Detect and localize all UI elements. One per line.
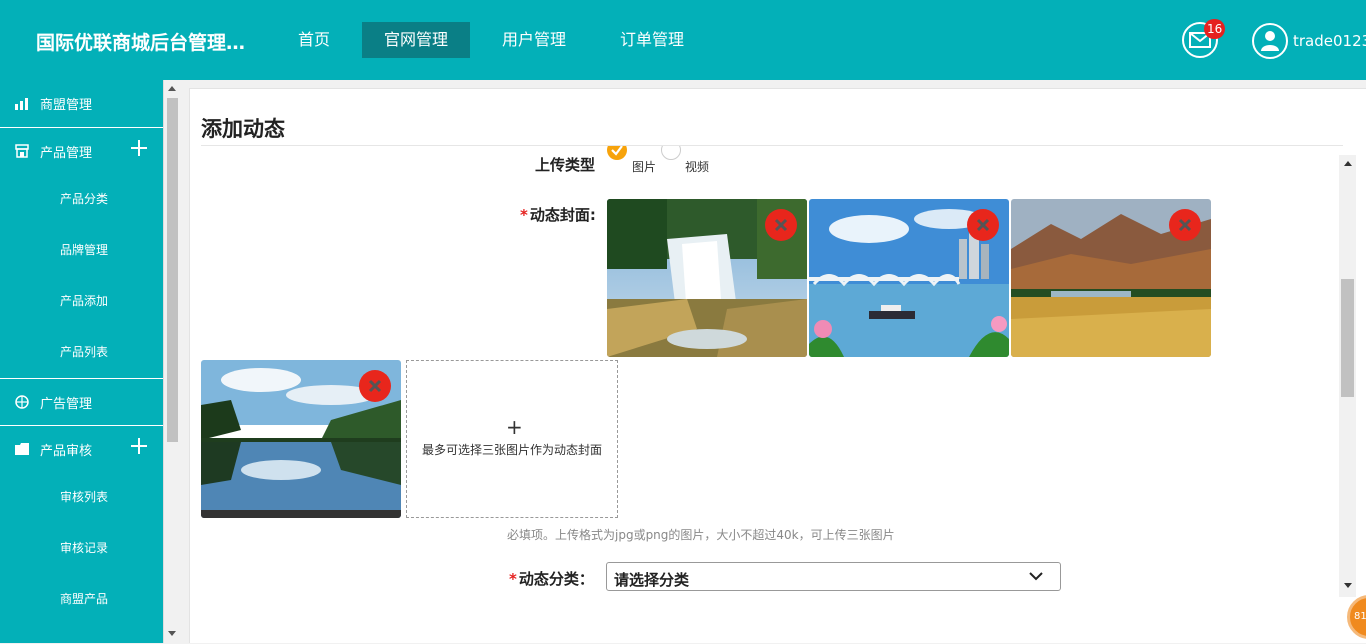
top-bar: 国际优联商城后台管理系... 首页 官网管理 用户管理 订单管理 16 trad… (0, 0, 1366, 80)
radio-image-label[interactable]: 图片 (632, 158, 656, 175)
sidebar-item-review-records[interactable]: 审核记录 (0, 523, 163, 574)
remove-image-button[interactable] (967, 209, 999, 241)
remove-image-button[interactable] (359, 370, 391, 402)
sidebar-item-brand-management[interactable]: 品牌管理 (0, 225, 163, 276)
scroll-up-arrow-icon[interactable] (1344, 161, 1352, 166)
scroll-down-arrow-icon[interactable] (168, 631, 176, 636)
sidebar-item-product-list[interactable]: 产品列表 (0, 327, 163, 378)
remove-image-button[interactable] (1169, 209, 1201, 241)
sidebar: 商盟管理 产品管理 产品分类 品牌管理 产品添加 产品列表 广告管理 产品审核 … (0, 80, 163, 643)
expand-plus-icon[interactable] (131, 438, 147, 454)
category-label: * 动态分类： (509, 568, 594, 589)
radio-video[interactable] (661, 146, 681, 160)
sidebar-group-product-review[interactable]: 产品审核 (0, 425, 163, 472)
folder-icon (14, 441, 30, 457)
sidebar-group-label: 商盟管理 (40, 98, 93, 113)
radio-video-label[interactable]: 视频 (685, 158, 709, 175)
mail-count-badge: 16 (1204, 19, 1226, 39)
required-mark: * (520, 206, 528, 224)
close-icon (1178, 218, 1192, 232)
globe-icon (14, 394, 30, 410)
avatar (1252, 23, 1288, 59)
plus-icon: + (506, 415, 523, 439)
content-panel: 添加动态 上传类型 图片 视频 * 动态封面: + 最多可选择三张图片作为动态封… (189, 88, 1366, 643)
store-icon (14, 143, 30, 159)
radio-image[interactable] (607, 146, 627, 160)
close-icon (368, 379, 382, 393)
page-title: 添加动态 (201, 117, 285, 141)
sidebar-scrollbar[interactable] (163, 80, 180, 643)
cover-label-text: 动态封面: (529, 206, 596, 224)
sidebar-item-review-list[interactable]: 审核列表 (0, 472, 163, 523)
nav-website-management[interactable]: 官网管理 (362, 22, 471, 58)
cover-image-bridge-harbor[interactable] (809, 199, 1009, 357)
upload-hint: 必填项。上传格式为jpg或png的图片，大小不超过40k，可上传三张图片 (507, 528, 895, 542)
nav-order-management[interactable]: 订单管理 (598, 22, 706, 58)
sidebar-group-label: 产品管理 (40, 145, 93, 161)
upload-type-label: 上传类型 (535, 156, 596, 174)
nav-user-management[interactable]: 用户管理 (480, 22, 588, 58)
expand-plus-icon[interactable] (131, 140, 147, 156)
required-mark: * (509, 570, 517, 588)
scroll-up-arrow-icon[interactable] (168, 86, 176, 91)
add-post-form: 上传类型 图片 视频 * 动态封面: + 最多可选择三张图片作为动态封面 必填项… (190, 146, 1340, 644)
sidebar-group-alliance[interactable]: 商盟管理 (0, 80, 163, 127)
category-select[interactable]: 请选择分类 (606, 562, 1061, 591)
remove-image-button[interactable] (765, 209, 797, 241)
close-icon (976, 218, 990, 232)
check-icon (611, 146, 623, 156)
chevron-down-icon (1029, 572, 1043, 581)
cover-label: * 动态封面: (520, 204, 596, 225)
content-scrollbar[interactable] (1339, 155, 1356, 597)
sidebar-group-products[interactable]: 产品管理 (0, 127, 163, 174)
scrollbar-thumb[interactable] (167, 98, 178, 442)
close-icon (774, 218, 788, 232)
sidebar-group-ads[interactable]: 广告管理 (0, 378, 163, 425)
cover-image-mountain-meadow[interactable] (1011, 199, 1211, 357)
cover-image-waterfall[interactable] (607, 199, 807, 357)
sidebar-item-product-category[interactable]: 产品分类 (0, 174, 163, 225)
sidebar-item-alliance-products[interactable]: 商盟产品 (0, 574, 163, 625)
main-nav: 首页 官网管理 用户管理 订单管理 (276, 22, 716, 58)
username: trade0123 (1293, 32, 1366, 50)
sidebar-group-label: 广告管理 (40, 396, 93, 412)
brand-title: 国际优联商城后台管理系... (36, 32, 262, 54)
user-menu[interactable]: trade0123 (1252, 23, 1366, 59)
cover-image-lake-reflection[interactable] (201, 360, 401, 518)
scroll-down-arrow-icon[interactable] (1344, 583, 1352, 588)
scrollbar-thumb[interactable] (1341, 279, 1354, 397)
category-label-text: 动态分类： (518, 570, 594, 588)
add-cover-tip: 最多可选择三张图片作为动态封面 (421, 443, 602, 457)
sidebar-group-label: 产品审核 (40, 443, 93, 459)
user-icon (1261, 31, 1279, 51)
category-select-value: 请选择分类 (614, 571, 690, 589)
sidebar-item-product-add[interactable]: 产品添加 (0, 276, 163, 327)
nav-home[interactable]: 首页 (276, 22, 352, 58)
chart-icon (14, 96, 30, 112)
add-cover-image-button[interactable]: + 最多可选择三张图片作为动态封面 (406, 360, 618, 518)
